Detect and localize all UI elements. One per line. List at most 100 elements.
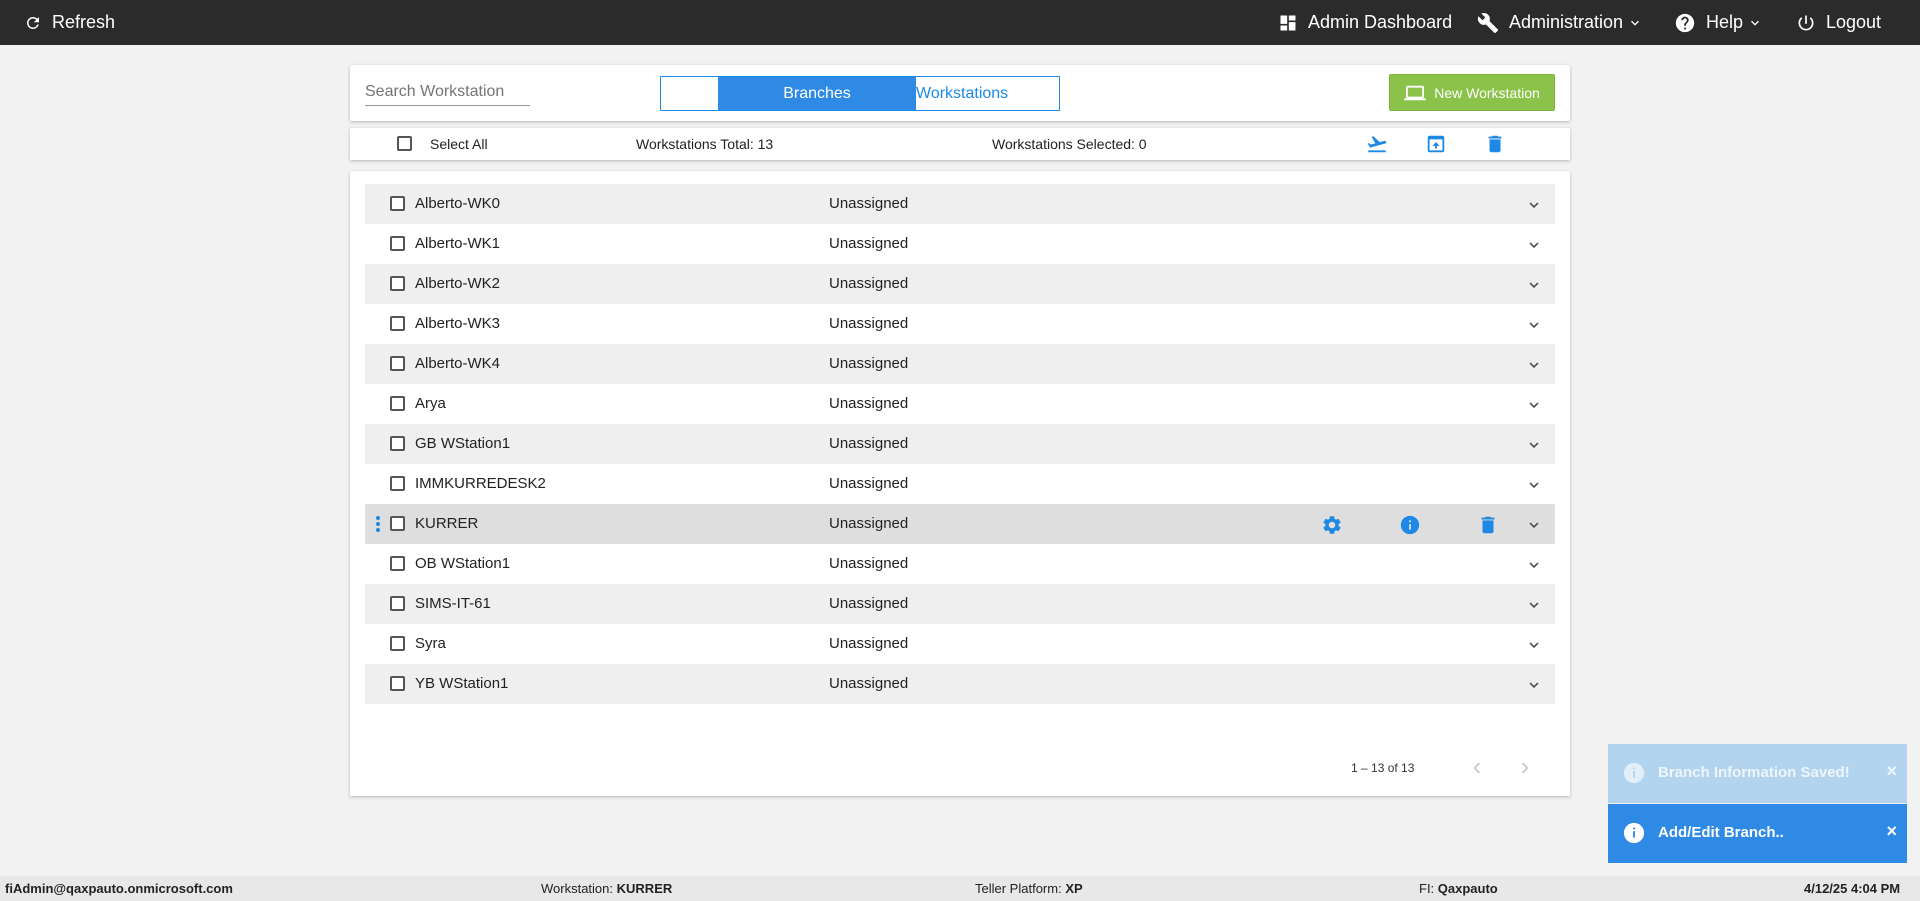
expand-chevron-icon[interactable] [1525, 196, 1543, 214]
close-icon[interactable]: × [1886, 821, 1897, 842]
expand-chevron-icon[interactable] [1525, 676, 1543, 694]
status-teller-platform: Teller Platform: XP [975, 881, 1083, 896]
trash-icon[interactable] [1484, 133, 1506, 155]
table-row[interactable]: YB WStation1 Unassigned [365, 664, 1555, 704]
help-label: Help [1706, 12, 1744, 32]
logout-button[interactable]: Logout [1796, 0, 1881, 45]
top-nav-bar: Refresh Admin Dashboard Administration H… [0, 0, 1920, 45]
row-checkbox[interactable] [390, 196, 405, 211]
table-row[interactable]: Arya Unassigned [365, 384, 1555, 424]
toggle-spacer [661, 77, 718, 110]
search-workstation-input[interactable] [365, 81, 530, 106]
branch-assignment-status: Unassigned [829, 675, 909, 692]
expand-chevron-icon[interactable] [1525, 636, 1543, 654]
table-row[interactable]: GB WStation1 Unassigned [365, 424, 1555, 464]
status-datetime: 4/12/25 4:04 PM [1804, 881, 1901, 896]
workstation-name: Syra [415, 635, 446, 652]
row-checkbox[interactable] [390, 476, 405, 491]
new-workstation-button[interactable]: New Workstation [1389, 74, 1555, 111]
row-checkbox[interactable] [390, 436, 405, 451]
administration-menu[interactable]: Administration [1477, 0, 1643, 45]
info-icon[interactable] [1399, 514, 1421, 536]
workstation-name: Alberto-WK3 [415, 315, 501, 332]
workstations-total: Workstations Total: 13 [636, 136, 774, 152]
table-row[interactable]: IMMKURREDESK2 Unassigned [365, 464, 1555, 504]
expand-chevron-icon[interactable] [1525, 556, 1543, 574]
expand-chevron-icon[interactable] [1525, 396, 1543, 414]
table-row[interactable]: OB WStation1 Unassigned [365, 544, 1555, 584]
table-row[interactable]: Alberto-WK4 Unassigned [365, 344, 1555, 384]
branch-assignment-status: Unassigned [829, 315, 909, 332]
select-all-label: Select All [430, 136, 488, 152]
branch-assignment-status: Unassigned [829, 635, 909, 652]
admin-dashboard-label: Admin Dashboard [1308, 12, 1453, 32]
branch-assignment-status: Unassigned [829, 355, 909, 372]
pagination-range: 1 – 13 of 13 [1351, 761, 1415, 775]
row-checkbox[interactable] [390, 356, 405, 371]
drag-handle-icon[interactable] [375, 515, 381, 533]
row-checkbox[interactable] [390, 596, 405, 611]
administration-label: Administration [1509, 12, 1624, 32]
workstation-name: Alberto-WK1 [415, 235, 501, 252]
status-user: fiAdmin@qaxpauto.onmicrosoft.com [5, 881, 233, 896]
expand-chevron-icon[interactable] [1525, 596, 1543, 614]
upload-icon[interactable] [1425, 133, 1447, 155]
table-row[interactable]: Alberto-WK0 Unassigned [365, 184, 1555, 224]
branch-assignment-status: Unassigned [829, 435, 909, 452]
toast-message: Branch Information Saved! [1658, 764, 1850, 781]
table-row[interactable]: Alberto-WK1 Unassigned [365, 224, 1555, 264]
expand-chevron-icon[interactable] [1525, 236, 1543, 254]
expand-chevron-icon[interactable] [1525, 356, 1543, 374]
branch-assignment-status: Unassigned [829, 475, 909, 492]
table-row[interactable]: KURRER Unassigned [365, 504, 1555, 544]
branch-assignment-status: Unassigned [829, 395, 909, 412]
workstation-name: Alberto-WK4 [415, 355, 501, 372]
logout-label: Logout [1826, 12, 1882, 32]
refresh-button[interactable]: Refresh [24, 0, 115, 45]
row-checkbox[interactable] [390, 676, 405, 691]
admin-dashboard-link[interactable]: Admin Dashboard [1278, 0, 1452, 45]
row-checkbox[interactable] [390, 236, 405, 251]
workstation-name: OB WStation1 [415, 555, 511, 572]
expand-chevron-icon[interactable] [1525, 276, 1543, 294]
expand-chevron-icon[interactable] [1525, 516, 1543, 534]
help-icon [1674, 12, 1696, 34]
refresh-icon [24, 14, 42, 32]
expand-chevron-icon[interactable] [1525, 476, 1543, 494]
help-menu[interactable]: Help [1674, 0, 1763, 45]
laptop-icon [1404, 84, 1427, 102]
status-fi: FI: Qaxpauto [1419, 881, 1498, 896]
workstation-name: IMMKURREDESK2 [415, 475, 546, 492]
row-checkbox[interactable] [390, 556, 405, 571]
settings-icon[interactable] [1321, 514, 1343, 536]
chevron-down-icon [1747, 15, 1763, 31]
select-all-checkbox[interactable] [397, 136, 412, 151]
toast-branch-saved: Branch Information Saved! × [1608, 744, 1907, 803]
row-checkbox[interactable] [390, 276, 405, 291]
table-row[interactable]: SIMS-IT-61 Unassigned [365, 584, 1555, 624]
trash-icon[interactable] [1477, 514, 1499, 536]
branch-assignment-status: Unassigned [829, 555, 909, 572]
tab-branches[interactable]: Branches [718, 77, 916, 110]
table-row[interactable]: Alberto-WK3 Unassigned [365, 304, 1555, 344]
new-workstation-label: New Workstation [1434, 84, 1540, 101]
branch-assignment-status: Unassigned [829, 515, 909, 532]
table-row[interactable]: Syra Unassigned [365, 624, 1555, 664]
branch-assignment-status: Unassigned [829, 275, 909, 292]
next-page-button[interactable] [1514, 757, 1536, 779]
row-checkbox[interactable] [390, 316, 405, 331]
previous-page-button[interactable] [1466, 757, 1488, 779]
airplane-icon[interactable] [1366, 133, 1388, 155]
toast-message: Add/Edit Branch.. [1658, 824, 1784, 841]
expand-chevron-icon[interactable] [1525, 436, 1543, 454]
close-icon[interactable]: × [1886, 761, 1897, 782]
workstations-selected: Workstations Selected: 0 [992, 136, 1147, 152]
row-checkbox[interactable] [390, 396, 405, 411]
expand-chevron-icon[interactable] [1525, 316, 1543, 334]
row-checkbox[interactable] [390, 516, 405, 531]
row-checkbox[interactable] [390, 636, 405, 651]
workstation-header-card: Branches Workstations New Workstation [350, 65, 1570, 121]
table-row[interactable]: Alberto-WK2 Unassigned [365, 264, 1555, 304]
tab-workstations[interactable]: Workstations [916, 77, 1059, 110]
dashboard-icon [1278, 13, 1298, 33]
